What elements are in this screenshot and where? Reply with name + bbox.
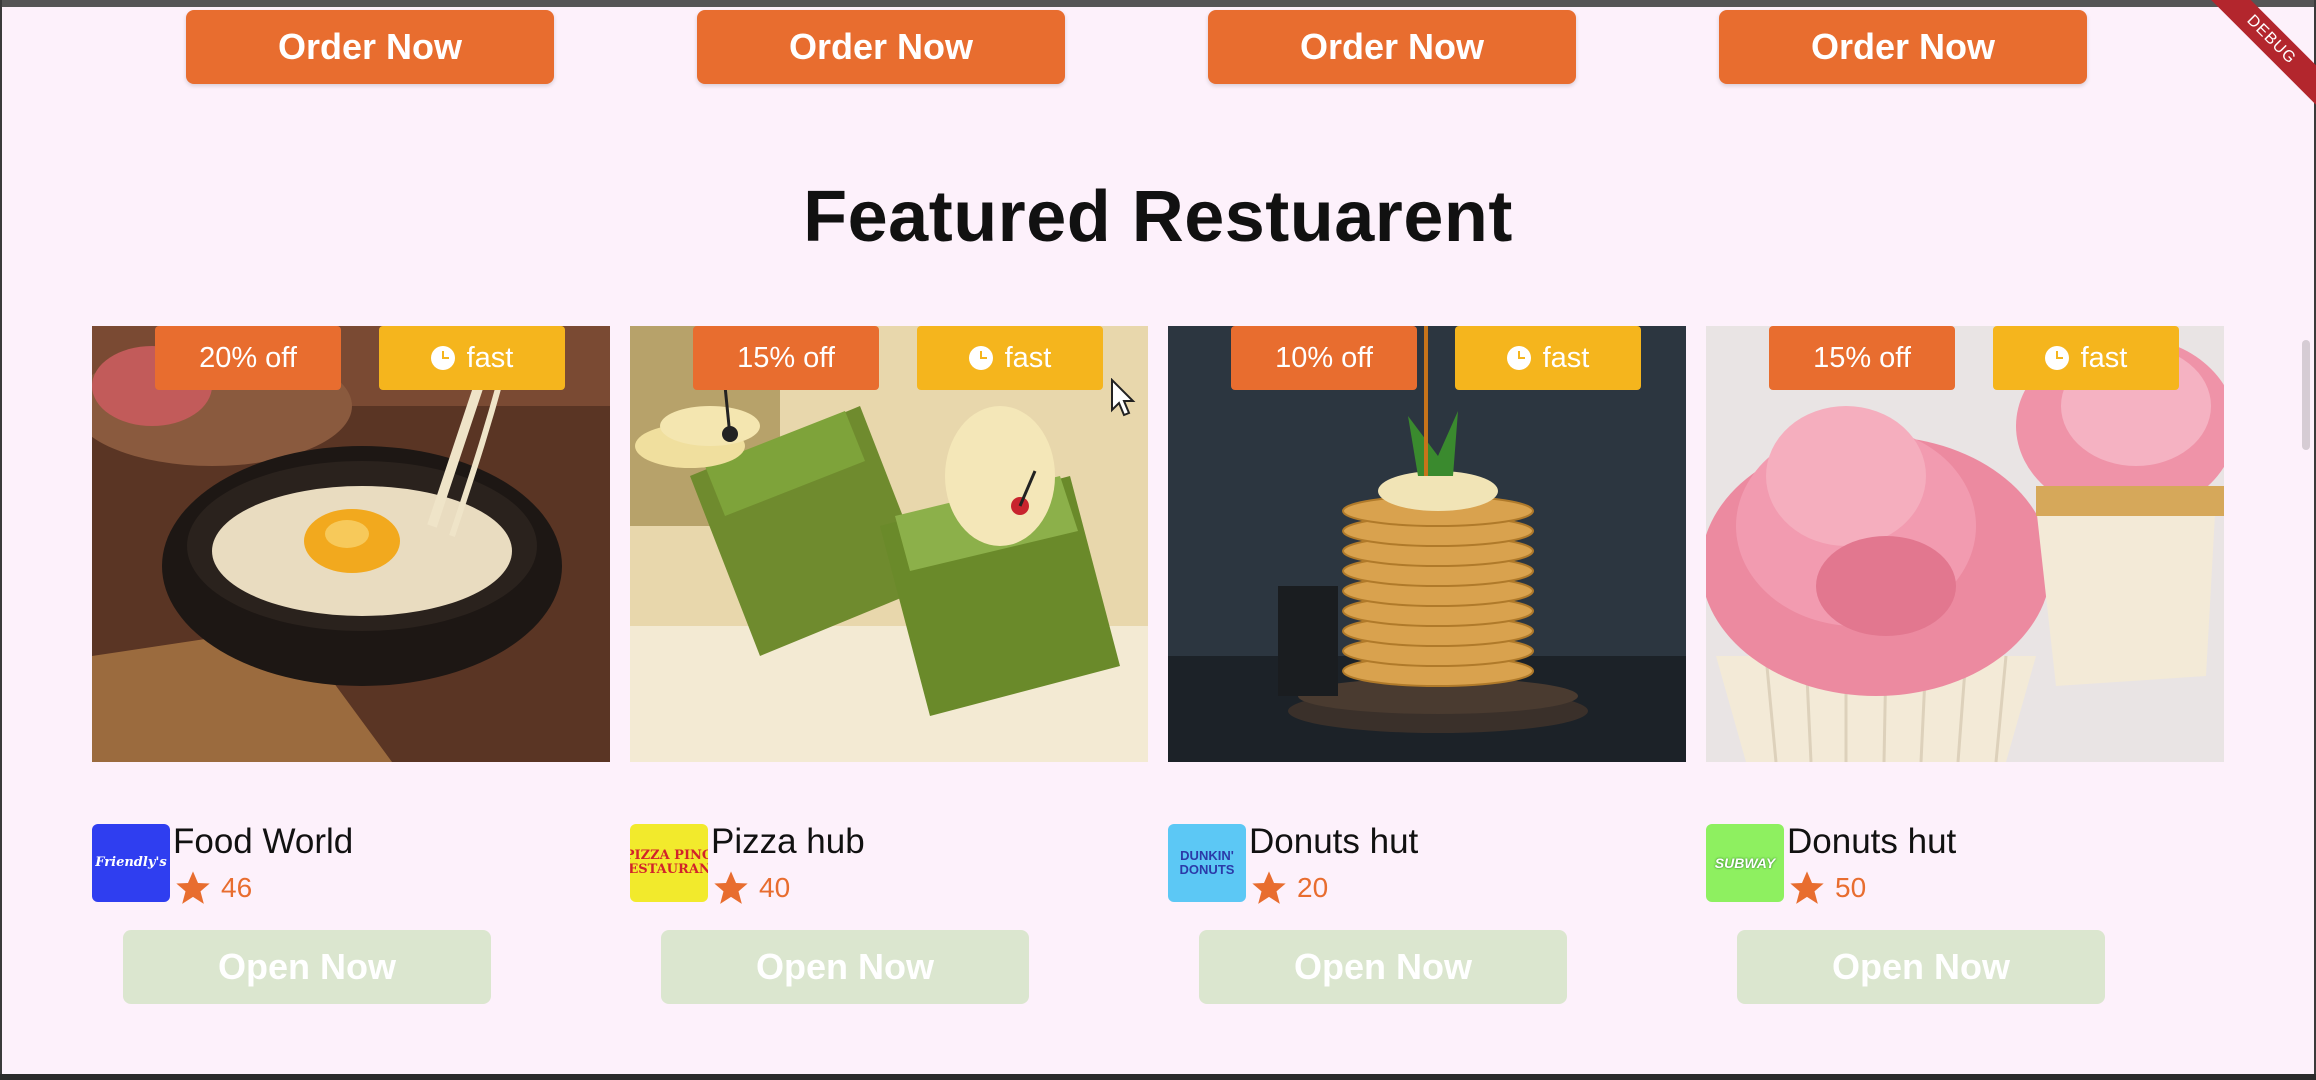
rating: 20 [1249,868,1328,908]
restaurant-logo: SUBWAY [1706,824,1784,902]
fast-label: fast [1542,341,1590,374]
fast-badge: fast [917,326,1103,390]
window-left-edge [0,0,2,1080]
fast-label: fast [1004,341,1052,374]
discount-badge: 15% off [1769,326,1955,390]
clock-icon [968,346,993,370]
discount-badge: 10% off [1231,326,1417,390]
open-now-button[interactable]: Open Now [1737,930,2105,1004]
fast-badge: fast [379,326,565,390]
section-title: Featured Restuarent [803,177,1513,257]
rating: 50 [1787,868,1866,908]
window-bottom-bar [0,1074,2316,1080]
order-now-button[interactable]: Order Now [1719,10,2087,84]
restaurant-name: Donuts hut [1249,822,1419,861]
clock-icon [2044,346,2069,370]
rating-value: 46 [221,872,253,903]
rating: 46 [173,868,252,908]
mouse-cursor-icon [1111,378,1136,417]
order-now-button[interactable]: Order Now [186,10,554,84]
fast-badge: fast [1455,326,1641,390]
window-top-bar [0,0,2316,7]
restaurant-name: Pizza hub [711,822,865,861]
rating-value: 50 [1835,872,1867,903]
clock-icon [1506,346,1531,370]
discount-badge: 20% off [155,326,341,390]
open-now-button[interactable]: Open Now [661,930,1029,1004]
fast-label: fast [466,341,514,374]
restaurant-name: Food World [173,822,354,861]
restaurant-logo: PIZZA PINO RESTAURANT [630,824,708,902]
restaurant-image-donuts-hut-2[interactable] [1706,326,2224,762]
order-now-button[interactable]: Order Now [697,10,1065,84]
rating-value: 20 [1297,872,1329,903]
fast-badge: fast [1993,326,2179,390]
restaurant-logo: DUNKIN' DONUTS [1168,824,1246,902]
open-now-button[interactable]: Open Now [1199,930,1567,1004]
open-now-button[interactable]: Open Now [123,930,491,1004]
restaurant-image-donuts-hut[interactable] [1168,326,1686,762]
star-icon [176,871,210,904]
rating-value: 40 [759,872,791,903]
restaurant-image-pizza-hub[interactable] [630,326,1148,762]
star-icon [1790,871,1824,904]
star-icon [1252,871,1286,904]
restaurant-logo: Friendly's [92,824,170,902]
restaurant-image-food-world[interactable] [92,326,610,762]
vertical-scrollbar[interactable] [2302,340,2310,450]
fast-label: fast [2080,341,2128,374]
restaurant-name: Donuts hut [1787,822,1957,861]
order-now-button[interactable]: Order Now [1208,10,1576,84]
rating: 40 [711,868,790,908]
star-icon [714,871,748,904]
clock-icon [430,346,455,370]
discount-badge: 15% off [693,326,879,390]
debug-banner: DEBUG [2200,0,2316,111]
